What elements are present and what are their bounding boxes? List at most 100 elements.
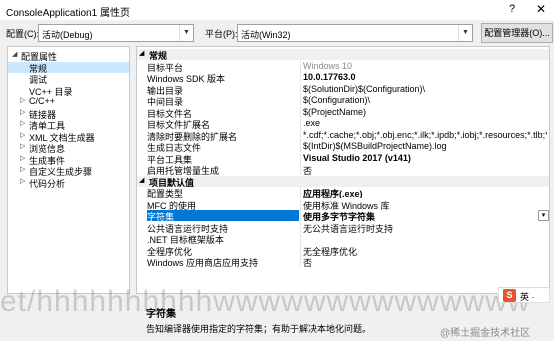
- property-value[interactable]: *.cdf;*.cache;*.obj;*.obj.enc;*.ilk;*.ip…: [303, 130, 547, 141]
- property-value[interactable]: 否: [303, 256, 547, 267]
- property-name: 配置类型: [147, 189, 184, 198]
- column-divider: [300, 210, 301, 221]
- property-name: 启用托管增量生成: [147, 166, 220, 175]
- help-button[interactable]: ?: [509, 3, 515, 15]
- property-value[interactable]: Visual Studio 2017 (v141): [303, 153, 547, 164]
- property-value[interactable]: $(ProjectName): [303, 107, 547, 118]
- property-value[interactable]: 无公共语言运行时支持: [303, 222, 547, 233]
- property-value[interactable]: $(Configuration)\: [303, 95, 547, 106]
- property-row[interactable]: 目标文件名 $(ProjectName): [137, 106, 549, 118]
- property-row[interactable]: 清除时要删除的扩展名 *.cdf;*.cache;*.obj;*.obj.enc;…: [137, 129, 549, 141]
- column-divider: [300, 118, 301, 129]
- property-value[interactable]: Windows 10: [303, 61, 547, 72]
- collapse-arrow-icon[interactable]: ◢: [139, 49, 144, 57]
- collapse-arrow-icon[interactable]: ◢: [139, 176, 144, 184]
- config-manager-button[interactable]: 配置管理器(O)...: [481, 23, 553, 43]
- property-name: 平台工具集: [147, 154, 193, 164]
- column-divider: [300, 256, 301, 267]
- property-row[interactable]: 全程序优化 无全程序优化: [137, 244, 549, 256]
- property-name: Windows 应用商店应用支持: [147, 258, 259, 267]
- tree-item[interactable]: ▷ 自定义生成步骤: [8, 165, 129, 177]
- property-row[interactable]: 中间目录 $(Configuration)\: [137, 95, 549, 106]
- title-bar: ConsoleApplication1 属性页 ? ✕: [0, 0, 554, 20]
- expand-arrow-icon[interactable]: ▷: [20, 131, 25, 139]
- property-grid: ◢ 常规 目标平台 Windows 10 Windows SDK 版本 10.0.1776…: [136, 46, 550, 294]
- platform-select-value: 活动(Win32): [241, 30, 291, 40]
- tree-item[interactable]: ▷ 生成事件: [8, 154, 129, 166]
- expand-arrow-icon[interactable]: ▷: [20, 142, 25, 150]
- tree-item[interactable]: ◢ 配置属性: [8, 50, 129, 62]
- chevron-down-icon: ▼: [458, 25, 472, 41]
- property-row[interactable]: 平台工具集 Visual Studio 2017 (v141): [137, 152, 549, 164]
- column-divider: [300, 72, 301, 83]
- close-button[interactable]: ✕: [536, 2, 546, 16]
- property-name: .NET 目标框架版本: [147, 235, 224, 244]
- property-row[interactable]: Windows SDK 版本 10.0.17763.0: [137, 72, 549, 83]
- tree-item[interactable]: 调试: [8, 73, 129, 85]
- property-name: 清除时要删除的扩展名: [147, 131, 238, 141]
- property-row[interactable]: .NET 目标框架版本: [137, 233, 549, 244]
- property-row[interactable]: 公共语言运行时支持 无公共语言运行时支持: [137, 221, 549, 233]
- property-name: 目标平台: [147, 62, 184, 72]
- property-value[interactable]: 使用多字节字符集: [303, 210, 547, 221]
- collapse-arrow-icon[interactable]: ◢: [12, 50, 17, 58]
- property-name: Windows SDK 版本: [147, 74, 226, 83]
- expand-arrow-icon[interactable]: ▷: [20, 108, 25, 116]
- config-select[interactable]: 活动(Debug) ▼: [38, 24, 194, 42]
- chevron-down-icon[interactable]: ▾: [538, 210, 549, 221]
- tree-item-label: 代码分析: [29, 178, 66, 189]
- property-value[interactable]: 10.0.17763.0: [303, 72, 547, 83]
- property-value[interactable]: $(IntDir)$(MSBuildProjectName).log: [303, 141, 547, 152]
- platform-select[interactable]: 活动(Win32) ▼: [237, 24, 473, 42]
- tree-item[interactable]: ▷ 清单工具: [8, 119, 129, 131]
- expand-arrow-icon[interactable]: ▷: [20, 96, 25, 104]
- property-name: 目标文件名: [147, 108, 193, 118]
- property-row[interactable]: 字符集 使用多字节字符集 ▾: [137, 210, 549, 221]
- config-select-value: 活动(Debug): [42, 30, 93, 40]
- column-divider: [300, 129, 301, 141]
- tree-item[interactable]: ▷ 浏览信息: [8, 142, 129, 154]
- tree-item[interactable]: ▷ C/C++: [8, 96, 129, 107]
- tree-item[interactable]: 常规: [8, 61, 129, 74]
- tree-item[interactable]: VC++ 目录: [8, 85, 129, 97]
- ime-language: 英 ·: [520, 292, 535, 302]
- expand-arrow-icon[interactable]: ▷: [20, 154, 25, 162]
- property-row[interactable]: Windows 应用商店应用支持 否: [137, 256, 549, 267]
- ime-indicator[interactable]: S 英 ·: [498, 287, 550, 303]
- property-value[interactable]: 无全程序优化: [303, 245, 547, 256]
- property-name: 中间目录: [147, 97, 184, 106]
- expand-arrow-icon[interactable]: ▷: [20, 165, 25, 173]
- property-name: 公共语言运行时支持: [147, 223, 229, 233]
- category-header[interactable]: ◢ 常规: [137, 49, 549, 61]
- column-divider: [300, 233, 301, 244]
- property-row[interactable]: 配置类型 应用程序(.exe): [137, 187, 549, 198]
- tree-item[interactable]: ▷ XML 文档生成器: [8, 131, 129, 143]
- expand-arrow-icon[interactable]: ▷: [20, 119, 25, 127]
- property-name: MFC 的使用: [147, 200, 196, 210]
- property-row[interactable]: 启用托管增量生成 否: [137, 164, 549, 175]
- property-value[interactable]: 否: [303, 164, 547, 175]
- property-value[interactable]: 使用标准 Windows 库: [303, 199, 547, 210]
- property-row[interactable]: 生成日志文件 $(IntDir)$(MSBuildProjectName).log: [137, 141, 549, 152]
- property-tree: ◢ 配置属性 常规 调试 VC++ 目录 ▷ C/C++ ▷ 链接器 ▷ 清单工具 ▷ XML 文档生成…: [7, 46, 130, 294]
- column-divider: [300, 187, 301, 198]
- property-value[interactable]: [303, 233, 547, 244]
- column-divider: [300, 198, 301, 210]
- column-divider: [300, 152, 301, 164]
- platform-label: 平台(P):: [205, 29, 238, 39]
- property-row[interactable]: 目标文件扩展名 .exe: [137, 118, 549, 129]
- tree-item[interactable]: ▷ 代码分析: [8, 177, 129, 189]
- column-divider: [300, 221, 301, 233]
- tree-item-label: C/C++: [29, 96, 56, 106]
- property-value[interactable]: .exe: [303, 118, 547, 129]
- property-row[interactable]: MFC 的使用 使用标准 Windows 库: [137, 198, 549, 210]
- property-row[interactable]: 输出目录 $(SolutionDir)$(Configuration)\: [137, 83, 549, 95]
- tree-item[interactable]: ▷ 链接器: [8, 108, 129, 120]
- property-value[interactable]: $(SolutionDir)$(Configuration)\: [303, 84, 547, 95]
- expand-arrow-icon[interactable]: ▷: [20, 177, 25, 185]
- column-divider: [300, 244, 301, 256]
- property-value[interactable]: 应用程序(.exe): [303, 187, 547, 198]
- property-name: 生成日志文件: [147, 143, 202, 152]
- property-row[interactable]: 目标平台 Windows 10: [137, 60, 549, 72]
- category-header[interactable]: ◢ 项目默认值: [137, 175, 549, 188]
